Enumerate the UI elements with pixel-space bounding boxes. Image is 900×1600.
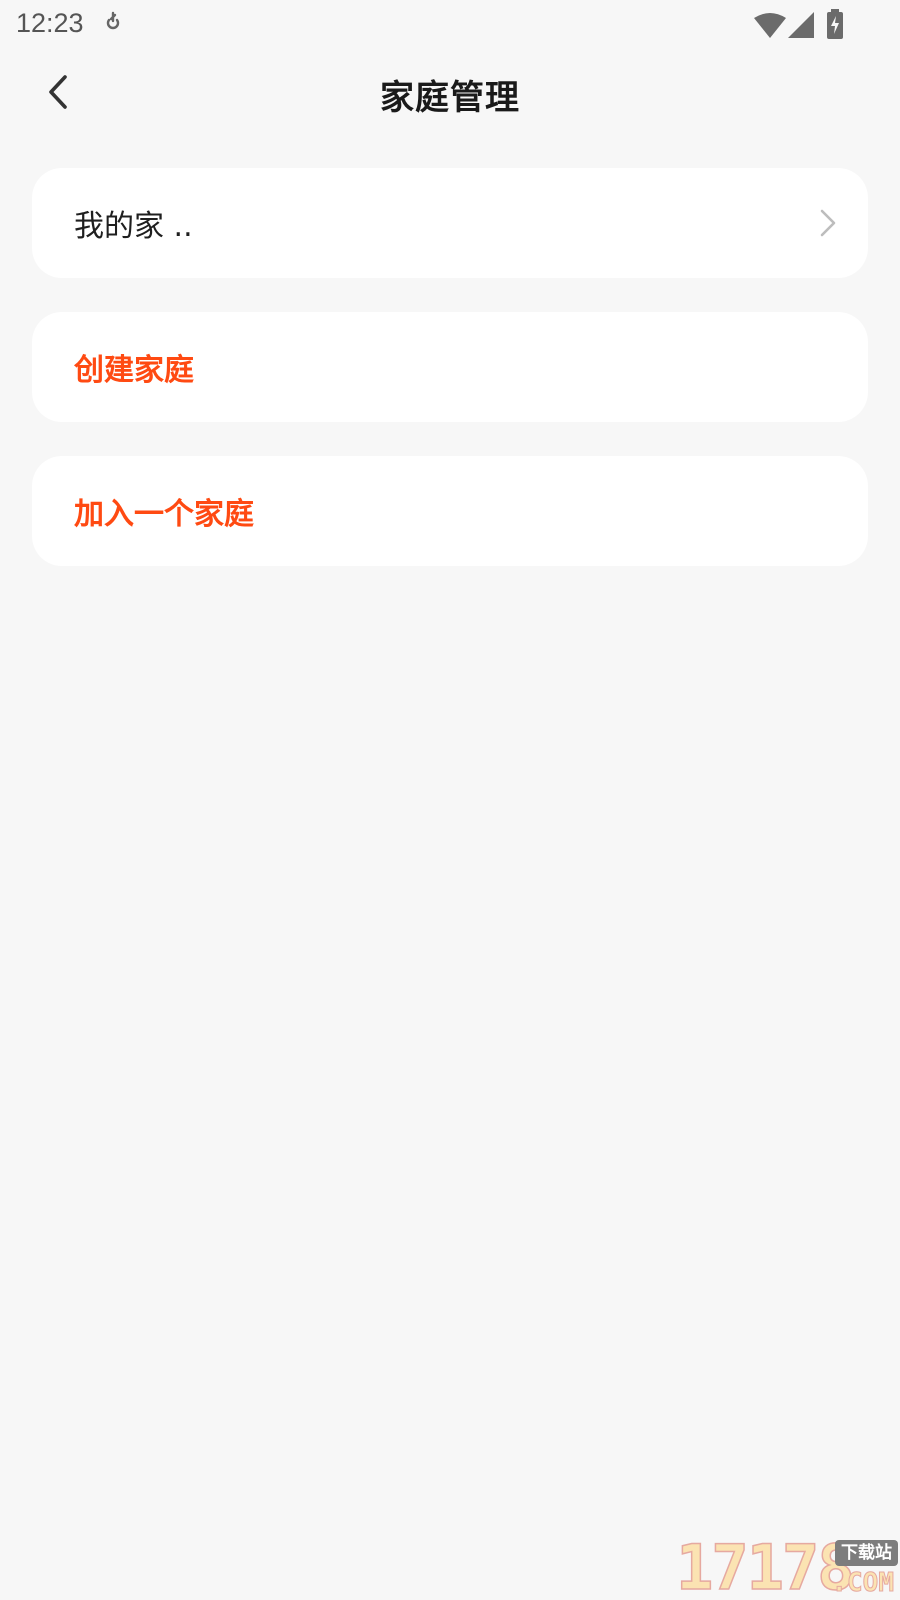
watermark-domain: .COM (831, 1568, 895, 1599)
create-family-label: 创建家庭 (74, 353, 194, 388)
watermark-tag: 下载站 (835, 1540, 898, 1566)
wifi-icon (754, 13, 786, 38)
watermark-logo: 17178 下载站 .COM (675, 1531, 900, 1600)
battery-charging-icon (827, 9, 843, 39)
chevron-right-icon (820, 209, 836, 237)
join-family-button[interactable]: 加入一个家庭 (32, 456, 868, 566)
family-management-screen: 12:23 家庭管理 我的家 .. 创建家庭 加入一个家庭 17178 下载站 … (0, 0, 900, 1600)
join-family-label: 加入一个家庭 (74, 497, 254, 532)
notification-icon (106, 11, 120, 30)
status-time: 12:23 (16, 8, 84, 38)
watermark-digits: 17178 (675, 1531, 855, 1600)
page-title: 家庭管理 (380, 78, 520, 118)
signal-icon (788, 12, 814, 38)
create-family-button[interactable]: 创建家庭 (32, 312, 868, 422)
header: 家庭管理 (0, 54, 900, 130)
family-name: 我的家 .. (74, 209, 193, 244)
family-item-my-home[interactable]: 我的家 .. (32, 168, 868, 278)
status-bar: 12:23 (0, 0, 900, 50)
